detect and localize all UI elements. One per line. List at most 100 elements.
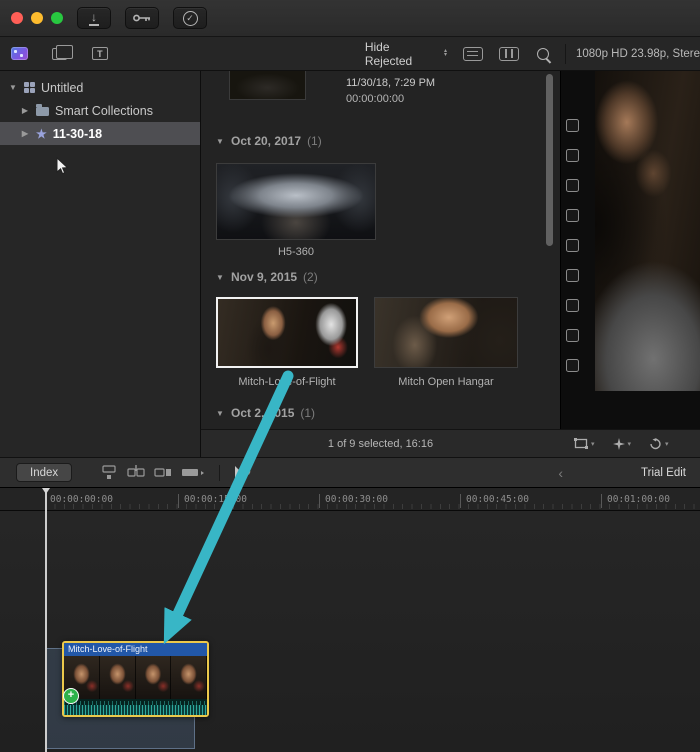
photos-audio-sidebar-button[interactable] <box>40 41 80 67</box>
libraries-sidebar-button[interactable] <box>0 41 40 67</box>
viewer-video-frame <box>595 71 700 391</box>
clip-audio-waveform <box>64 699 207 715</box>
disclosure-open-icon[interactable]: ▼ <box>215 137 225 146</box>
group-count: (1) <box>300 406 315 420</box>
group-count: (1) <box>307 134 322 148</box>
ruler-tick <box>460 494 461 508</box>
group-date: Oct 2, 2015 <box>231 406 294 420</box>
connect-edit-icon <box>100 465 118 480</box>
libraries-icon <box>11 47 28 60</box>
project-name: Trial Edit <box>641 467 686 479</box>
zoom-button[interactable] <box>51 12 63 24</box>
titlebar: ↓ ✓ <box>0 0 700 37</box>
effects-icon <box>613 438 625 450</box>
clip-filmstrip <box>64 656 207 699</box>
effects-button[interactable]: ▾ <box>613 438 632 450</box>
titles-icon: T <box>92 47 108 60</box>
sidebar-item-smart-collections[interactable]: ▶ Smart Collections <box>0 99 200 122</box>
tool-menu-button[interactable]: ▾ <box>232 465 251 480</box>
app-toolbar: T Hide Rejected ▴▾ 1080p HD 23.98p, Ster… <box>0 37 700 71</box>
append-edit-icon <box>154 465 172 480</box>
media-icon <box>52 48 67 60</box>
connect-edit-button[interactable] <box>98 463 120 482</box>
ruler-label: 00:00:45:00 <box>466 494 529 505</box>
updown-chevron-icon: ▴▾ <box>444 50 447 57</box>
transform-button[interactable]: ▾ <box>574 438 595 449</box>
traffic-lights <box>11 12 63 24</box>
ruler-label: 00:01:00:00 <box>607 494 670 505</box>
keyword-editor-button[interactable] <box>125 7 159 29</box>
timeline[interactable]: Mitch-Love-of-Flight + <box>0 511 700 752</box>
timeline-toolbar: Index <box>0 457 700 487</box>
keyword-star-icon: ★ <box>36 128 47 140</box>
add-clip-badge-icon: + <box>63 688 79 704</box>
background-tasks-button[interactable]: ✓ <box>173 7 207 29</box>
ruler-label: 00:00:00:00 <box>50 494 113 505</box>
titles-generators-button[interactable]: T <box>80 41 120 67</box>
download-icon: ↓ <box>89 11 99 26</box>
sidebar-item-11-30-18[interactable]: ▶ ★ 11-30-18 <box>0 122 200 145</box>
clip-thumbnail-partial[interactable] <box>229 71 306 100</box>
playhead[interactable] <box>45 488 47 752</box>
sidebar-item-label: Untitled <box>41 81 83 95</box>
group-header-nov-9-2015[interactable]: ▼ Nov 9, 2015 (2) <box>215 270 318 284</box>
ruler-tick <box>319 494 320 508</box>
disclosure-open-icon[interactable]: ▼ <box>215 409 225 418</box>
filmstrip-sprockets <box>566 119 579 372</box>
toolbar-divider <box>565 44 566 64</box>
clip-thumbnail-h5-360[interactable] <box>216 163 376 240</box>
import-media-button[interactable]: ↓ <box>77 7 111 29</box>
viewer <box>560 71 700 429</box>
group-date: Nov 9, 2015 <box>231 270 297 284</box>
libraries-sidebar: ▼ Untitled ▶ Smart Collections ▶ ★ 11-30… <box>0 71 200 457</box>
filter-label: Hide Rejected <box>365 40 440 68</box>
disclosure-open-icon[interactable]: ▼ <box>215 273 225 282</box>
close-button[interactable] <box>11 12 23 24</box>
group-header-oct-20-2017[interactable]: ▼ Oct 20, 2017 (1) <box>215 134 322 148</box>
retime-icon <box>649 438 662 450</box>
minimize-button[interactable] <box>31 12 43 24</box>
filter-dropdown[interactable]: Hide Rejected ▴▾ <box>365 40 447 68</box>
chevron-left-icon[interactable]: ‹ <box>558 465 563 481</box>
group-header-oct-2-2015[interactable]: ▼ Oct 2, 2015 (1) <box>215 406 315 420</box>
clip-title-bar: Mitch-Love-of-Flight <box>64 643 207 656</box>
search-icon[interactable] <box>537 48 549 60</box>
clip-caption: Mitch-Love-of-Flight <box>216 376 358 388</box>
disclosure-open-icon[interactable]: ▼ <box>8 83 18 92</box>
overwrite-edit-icon <box>181 465 205 480</box>
clip-thumbnail-mitch-love-of-flight[interactable] <box>216 297 358 368</box>
checkmark-icon: ✓ <box>183 11 198 26</box>
insert-edit-button[interactable] <box>125 463 147 482</box>
retime-button[interactable]: ▾ <box>649 438 669 450</box>
disclosure-closed-icon[interactable]: ▶ <box>20 129 30 138</box>
mouse-cursor-icon <box>55 157 71 175</box>
clip-appearance-button[interactable] <box>463 47 483 61</box>
sidebar-item-label: Smart Collections <box>55 104 153 118</box>
browser-view-button[interactable] <box>499 47 519 61</box>
append-edit-button[interactable] <box>152 463 174 482</box>
clip-thumbnail-mitch-open-hangar[interactable] <box>374 297 518 368</box>
timeline-ruler[interactable]: 00:00:00:00 00:00:15:00 00:00:30:00 00:0… <box>0 487 700 511</box>
folder-icon <box>36 107 49 116</box>
selection-status: 1 of 9 selected, 16:16 <box>328 438 433 450</box>
arrow-tool-icon <box>232 465 244 480</box>
ruler-label: 00:00:15:00 <box>184 494 247 505</box>
library-grid-icon <box>24 82 35 93</box>
clip-datetime: 11/30/18, 7:29 PM <box>346 77 435 89</box>
clip-caption: H5-360 <box>216 246 376 258</box>
edit-buttons <box>98 463 207 482</box>
format-info: 1080p HD 23.98p, Stere <box>576 48 700 60</box>
overwrite-edit-button[interactable] <box>179 463 207 482</box>
browser-scrollbar[interactable] <box>546 74 553 246</box>
clip-timecode: 00:00:00:00 <box>346 93 404 105</box>
ruler-label: 00:00:30:00 <box>325 494 388 505</box>
sidebar-item-untitled[interactable]: ▼ Untitled <box>0 76 200 99</box>
ruler-tick <box>601 494 602 508</box>
insert-edit-icon <box>127 465 145 480</box>
viewer-controls: ▾ ▾ ▾ <box>560 429 700 457</box>
timeline-clip-mitch-love-of-flight[interactable]: Mitch-Love-of-Flight <box>62 641 209 717</box>
clip-caption: Mitch Open Hangar <box>374 376 518 388</box>
disclosure-closed-icon[interactable]: ▶ <box>20 106 30 115</box>
transform-icon <box>574 438 588 449</box>
index-button[interactable]: Index <box>16 463 72 482</box>
